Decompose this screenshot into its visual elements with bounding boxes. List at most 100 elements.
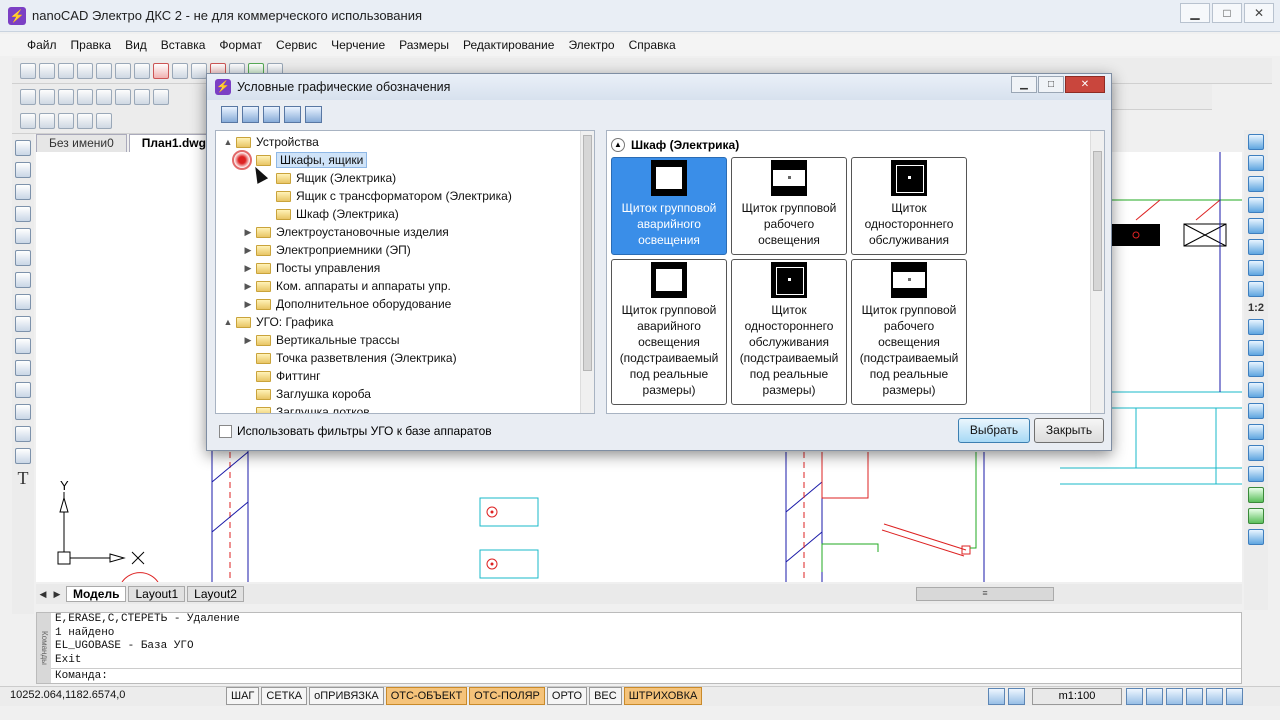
menu-help[interactable]: Справка: [622, 38, 683, 52]
symbol-tile[interactable]: Щиток групповой рабочего освещения: [731, 157, 847, 255]
join-icon[interactable]: [1248, 403, 1264, 419]
polygon-icon[interactable]: [15, 206, 31, 222]
edit-icon[interactable]: [284, 106, 301, 123]
collapse-icon[interactable]: ▲: [222, 317, 234, 327]
cable-icon[interactable]: [96, 88, 112, 105]
collapse-icon[interactable]: ▲: [222, 137, 234, 147]
tree-item[interactable]: Заглушка короба: [242, 385, 371, 403]
ugo-filter-checkbox[interactable]: Использовать фильтры УГО к базе аппарато…: [219, 424, 492, 438]
print-icon[interactable]: [20, 112, 36, 129]
horizontal-scroll-thumb[interactable]: ≡: [916, 587, 1054, 601]
cut-icon[interactable]: [77, 62, 93, 79]
report-icon[interactable]: [96, 112, 112, 129]
expand-icon[interactable]: ▶: [242, 263, 254, 274]
tree-item[interactable]: ▶ Электроустановочные изделия: [242, 223, 449, 241]
break-icon[interactable]: [1248, 382, 1264, 398]
symbol-tile[interactable]: Щиток групповой рабочего освещения (подс…: [851, 259, 967, 405]
regen-icon[interactable]: [1206, 688, 1223, 705]
tab-layout1[interactable]: Layout1: [128, 586, 186, 602]
grid-scrollbar[interactable]: [1090, 131, 1104, 413]
database-icon[interactable]: [221, 106, 238, 123]
hatch-toggle[interactable]: ШТРИХОВКА: [623, 687, 703, 705]
symbol-tile[interactable]: Щиток одностороннего обслуживания (подст…: [731, 259, 847, 405]
polar-tracking-toggle[interactable]: ОТС-ПОЛЯР: [469, 687, 545, 705]
spline-icon[interactable]: [15, 316, 31, 332]
extend-icon[interactable]: [1248, 361, 1264, 377]
menu-tools[interactable]: Сервис: [269, 38, 324, 52]
point-icon[interactable]: [15, 426, 31, 442]
tree-item[interactable]: Заглушка лотков: [242, 403, 370, 413]
insert-block-icon[interactable]: [15, 382, 31, 398]
delete-icon[interactable]: [153, 62, 169, 79]
paste-icon[interactable]: [115, 62, 131, 79]
expand-icon[interactable]: ▶: [242, 299, 254, 310]
menu-edit[interactable]: Правка: [64, 38, 119, 52]
dialog-close-button[interactable]: ✕: [1065, 76, 1105, 93]
minimize-button[interactable]: ▁: [1180, 3, 1210, 23]
offset-icon[interactable]: [1248, 197, 1264, 213]
select-icon[interactable]: [20, 88, 36, 105]
paper-space-icon[interactable]: [1008, 688, 1025, 705]
zoom-status-icon[interactable]: [1146, 688, 1163, 705]
rotate-icon[interactable]: [1248, 260, 1264, 276]
layer-state-icon[interactable]: [1248, 487, 1264, 503]
trim-icon[interactable]: [1248, 340, 1264, 356]
menu-draw[interactable]: Черчение: [324, 38, 392, 52]
model-space-icon[interactable]: [988, 688, 1005, 705]
menu-file[interactable]: Файл: [20, 38, 64, 52]
panel-icon[interactable]: [153, 88, 169, 105]
zoom-window-icon[interactable]: [1166, 688, 1183, 705]
explode-icon[interactable]: [1248, 466, 1264, 482]
symbol-tile[interactable]: Щиток одностороннего обслуживания: [851, 157, 967, 255]
calc-icon[interactable]: [58, 112, 74, 129]
sort-icon[interactable]: [305, 106, 322, 123]
tree-item[interactable]: ▶ Посты управления: [242, 259, 381, 277]
align-icon[interactable]: [77, 88, 93, 105]
doc-tab-unnamed[interactable]: Без имени0: [36, 134, 127, 152]
ellipse-icon[interactable]: [15, 338, 31, 354]
tree-scrollbar[interactable]: [580, 131, 594, 413]
ortho-toggle[interactable]: ОРТО: [546, 687, 588, 705]
ratio-icon[interactable]: 1:2: [1248, 302, 1264, 314]
tree-scroll-thumb[interactable]: [583, 135, 592, 371]
sync-icon[interactable]: [263, 106, 280, 123]
erase-tool-icon[interactable]: [1248, 134, 1264, 150]
move-icon[interactable]: [39, 88, 55, 105]
chamfer-icon[interactable]: [1248, 424, 1264, 440]
route-icon[interactable]: [115, 88, 131, 105]
close-button[interactable]: ✕: [1244, 3, 1274, 23]
close-dialog-button[interactable]: Закрыть: [1034, 418, 1104, 443]
line-icon[interactable]: [15, 140, 31, 156]
symbol-tile[interactable]: Щиток групповой аварийного освещения: [611, 157, 727, 255]
tree-item[interactable]: ▶ Ком. аппараты и аппараты упр.: [242, 277, 451, 295]
tree-item[interactable]: Шкаф (Электрика): [262, 205, 399, 223]
new-file-icon[interactable]: [20, 62, 36, 79]
checkbox-box[interactable]: [219, 424, 232, 438]
tree-item[interactable]: ▶ Вертикальные трассы: [242, 331, 400, 349]
tree-item[interactable]: Фиттинг: [242, 367, 321, 385]
grid-scroll-thumb[interactable]: [1093, 151, 1102, 291]
annotation-scale[interactable]: m1:100: [1032, 688, 1122, 705]
tab-model[interactable]: Модель: [66, 586, 127, 602]
dialog-maximize-button[interactable]: □: [1038, 76, 1064, 93]
fillet-icon[interactable]: [1248, 445, 1264, 461]
mirror-icon[interactable]: [1248, 176, 1264, 192]
hatch-icon[interactable]: [15, 404, 31, 420]
menu-insert[interactable]: Вставка: [154, 38, 213, 52]
tab-scroll-right-icon[interactable]: ▶: [50, 589, 64, 600]
pan-icon[interactable]: [1186, 688, 1203, 705]
maximize-button[interactable]: □: [1212, 3, 1242, 23]
copy-icon[interactable]: [96, 62, 112, 79]
menu-view[interactable]: Вид: [118, 38, 154, 52]
dialog-minimize-button[interactable]: ▁: [1011, 76, 1037, 93]
menu-format[interactable]: Формат: [212, 38, 269, 52]
menu-modify[interactable]: Редактирование: [456, 38, 561, 52]
polyline-icon[interactable]: [15, 162, 31, 178]
scale-icon[interactable]: [1248, 281, 1264, 297]
lineweight-toggle[interactable]: ВЕС: [589, 687, 622, 705]
expand-icon[interactable]: ▶: [242, 335, 254, 346]
move-tool-icon[interactable]: [1248, 239, 1264, 255]
tree-item[interactable]: ▶ Дополнительное оборудование: [242, 295, 452, 313]
cloud-icon[interactable]: [15, 294, 31, 310]
object-tracking-toggle[interactable]: ОТС-ОБЪЕКТ: [385, 687, 468, 705]
